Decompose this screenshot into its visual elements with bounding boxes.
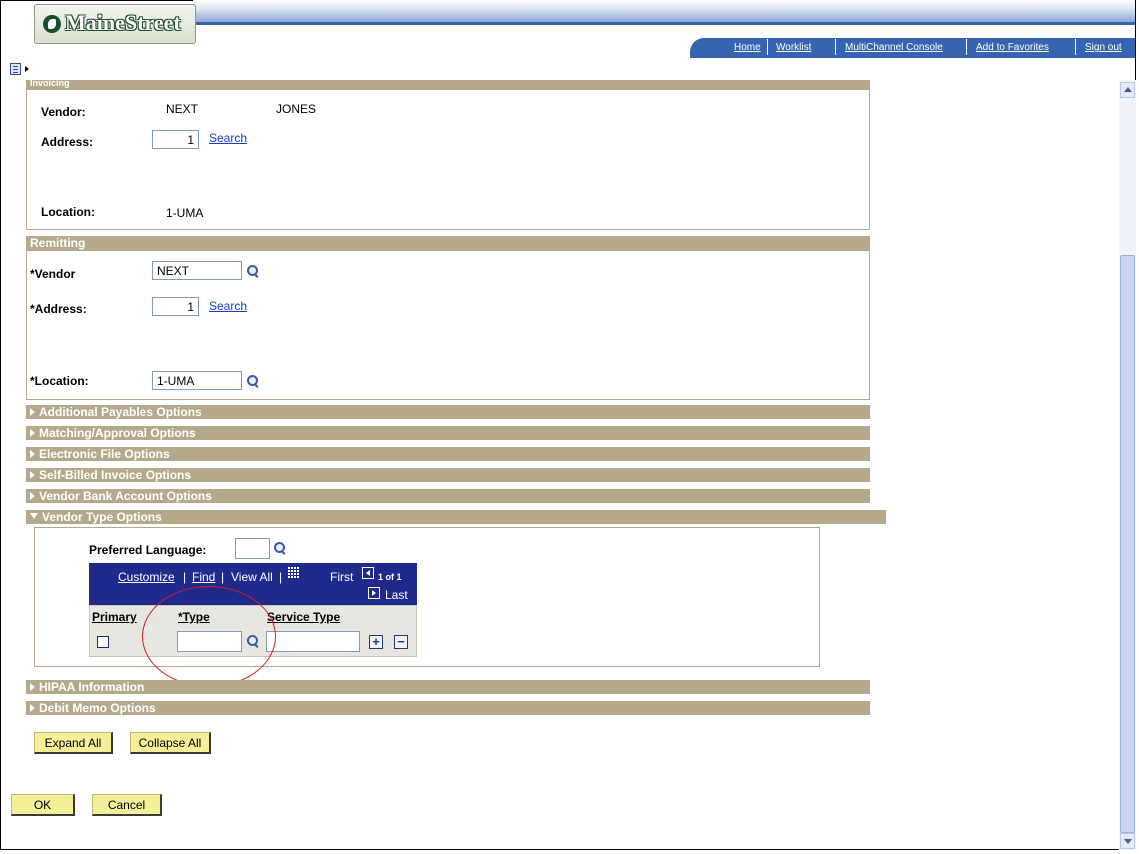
header-band [193, 0, 1135, 22]
add-row-button[interactable]: + [369, 635, 383, 649]
section-debit-memo-options[interactable]: Debit Memo Options [26, 701, 870, 715]
grid-row-count: 1 of 1 [378, 572, 402, 582]
section-vendor-bank-account-options[interactable]: Vendor Bank Account Options [26, 489, 870, 503]
section-title: Matching/Approval Options [39, 426, 196, 440]
invoicing-panel [26, 89, 870, 230]
grid-find-link[interactable]: Find [192, 570, 215, 584]
section-title: Vendor Type Options [42, 510, 162, 524]
nav-link-worklist[interactable]: Worklist [776, 42, 811, 53]
remit-location-label: *Location: [30, 374, 89, 388]
collapsed-arrow-icon [30, 471, 35, 479]
address-label: Address: [41, 135, 94, 149]
remit-address-label: *Address: [30, 302, 87, 316]
header-rule [193, 22, 1135, 25]
location-value: 1-UMA [166, 206, 204, 220]
section-title: Electronic File Options [39, 447, 170, 461]
page-menu-icon[interactable] [10, 63, 21, 75]
address-search-link[interactable]: Search [209, 131, 247, 145]
section-title: Vendor Bank Account Options [39, 489, 212, 503]
remit-vendor-label: *Vendor [30, 267, 76, 281]
delete-row-button[interactable]: − [394, 635, 408, 649]
collapsed-arrow-icon [30, 429, 35, 437]
collapsed-arrow-icon [30, 704, 35, 712]
collapsed-arrow-icon [30, 408, 35, 416]
column-header-primary[interactable]: Primary [92, 610, 137, 624]
mainestreet-logo: MaineStreet [34, 4, 196, 44]
remit-location-input[interactable] [152, 371, 242, 390]
location-label: Location: [41, 205, 95, 219]
primary-checkbox[interactable] [97, 636, 109, 648]
prev-row-icon[interactable] [362, 567, 374, 579]
ok-button[interactable]: OK [11, 794, 75, 816]
preferred-language-input[interactable] [235, 538, 270, 559]
section-self-billed-invoice-options[interactable]: Self-Billed Invoice Options [26, 468, 870, 482]
expand-arrow-icon[interactable] [25, 66, 29, 72]
vendor-lookup-icon[interactable] [246, 264, 260, 278]
grid-view-all-link[interactable]: View All [231, 570, 273, 584]
grid-first-label[interactable]: First [330, 570, 353, 584]
nav-separator [966, 39, 967, 55]
nav-link-multichannel-console[interactable]: MultiChannel Console [845, 42, 943, 53]
preferred-language-label: Preferred Language: [89, 543, 207, 557]
collapsed-arrow-icon [30, 492, 35, 500]
vendor-id: NEXT [166, 102, 199, 116]
nav-separator [835, 39, 836, 55]
vendor-name: JONES [276, 102, 317, 116]
location-lookup-icon[interactable] [246, 374, 260, 388]
logo-text: MaineStreet [65, 10, 181, 35]
nav-link-home[interactable]: Home [734, 42, 761, 53]
section-title: Invoicing [30, 80, 70, 88]
nav-separator [767, 39, 768, 55]
section-title: Self-Billed Invoice Options [39, 468, 192, 482]
maine-badge-icon [43, 15, 61, 33]
section-invoicing: Invoicing [26, 80, 870, 89]
download-grid-icon[interactable] [288, 567, 300, 578]
scroll-down-icon[interactable] [1120, 833, 1135, 849]
section-title: Remitting [30, 236, 86, 250]
section-matching-approval-options[interactable]: Matching/Approval Options [26, 426, 870, 440]
grid-separator: | [221, 570, 225, 584]
section-electronic-file-options[interactable]: Electronic File Options [26, 447, 870, 461]
nav-separator [1075, 39, 1076, 55]
collapsed-arrow-icon [30, 683, 35, 691]
address-input[interactable] [152, 130, 199, 149]
section-title: Additional Payables Options [39, 405, 202, 419]
red-annotation-circle [142, 586, 276, 687]
scroll-up-icon[interactable] [1120, 82, 1135, 98]
remit-address-search-link[interactable]: Search [209, 299, 247, 313]
remit-vendor-input[interactable] [152, 261, 242, 280]
nav-link-sign-out[interactable]: Sign out [1085, 42, 1122, 53]
vendor-label: Vendor: [41, 105, 86, 119]
section-title: HIPAA Information [39, 680, 145, 694]
remit-address-input[interactable] [152, 297, 199, 316]
column-header-service-type[interactable]: Service Type [267, 610, 340, 624]
grid-customize-link[interactable]: Customize [118, 570, 175, 584]
section-remitting: Remitting [26, 236, 870, 250]
section-title: Debit Memo Options [39, 701, 156, 715]
cancel-button[interactable]: Cancel [92, 794, 162, 816]
collapse-all-button[interactable]: Collapse All [130, 732, 211, 754]
next-row-icon[interactable] [368, 587, 380, 599]
grid-separator: | [279, 570, 283, 584]
scrollbar-thumb[interactable] [1120, 255, 1135, 833]
language-lookup-icon[interactable] [273, 541, 287, 555]
expanded-arrow-icon [30, 513, 38, 519]
section-hipaa-information[interactable]: HIPAA Information [26, 680, 870, 694]
collapsed-arrow-icon [30, 450, 35, 458]
grid-last-label[interactable]: Last [385, 588, 408, 602]
section-additional-payables-options[interactable]: Additional Payables Options [26, 405, 870, 419]
section-vendor-type-options[interactable]: Vendor Type Options [26, 510, 886, 524]
expand-all-button[interactable]: Expand All [34, 732, 113, 754]
grid-separator: | [183, 570, 187, 584]
nav-link-add-to-favorites[interactable]: Add to Favorites [976, 42, 1049, 53]
service-type-input[interactable] [266, 631, 360, 652]
